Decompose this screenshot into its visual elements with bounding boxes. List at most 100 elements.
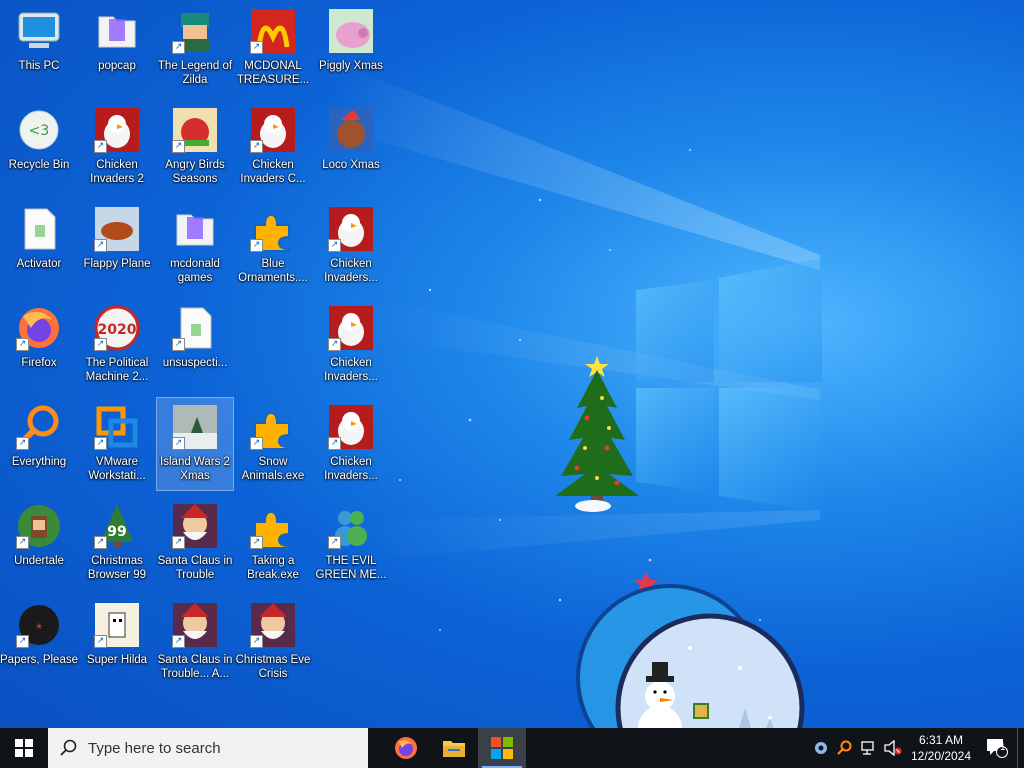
political-machine-icon: 2020 ↗ (92, 303, 142, 353)
desktop-icon-label: This PC (18, 60, 60, 72)
desktop-icon[interactable]: popcap (79, 2, 155, 94)
desktop-icon[interactable]: ↗ The Legend of Zilda (157, 2, 233, 94)
app-grid-icon (491, 737, 513, 759)
desktop-icon[interactable]: Piggly Xmas (313, 2, 389, 94)
desktop-icon-label: THE EVIL GREEN ME... (315, 555, 387, 581)
tray-volume-icon[interactable] (881, 728, 905, 768)
desktop-icon[interactable]: <3 Recycle Bin (1, 101, 77, 193)
mcdonald-icon: ↗ (248, 6, 298, 56)
firefox-taskbar-button[interactable] (382, 728, 430, 768)
desktop-icon-label: Santa Claus in Trouble... A... (157, 654, 233, 680)
firefox-icon: ↗ (14, 303, 64, 353)
desktop-icon[interactable]: ↗ VMware Workstati... (79, 398, 155, 490)
this-pc-icon (14, 6, 64, 56)
desktop-icon[interactable]: 2020 ↗ The Political Machine 2... (79, 299, 155, 391)
desktop-icon[interactable]: mcdonald games (157, 200, 233, 292)
system-tray: 6:31 AM 12/20/2024 1 (809, 728, 1024, 768)
desktop-icon[interactable]: ↗ Everything (1, 398, 77, 490)
shortcut-arrow-icon: ↗ (94, 239, 107, 252)
desktop-icon[interactable]: ★ ↗ Papers, Please (0, 596, 78, 688)
shortcut-arrow-icon: ↗ (94, 437, 107, 450)
tray-network-icon[interactable] (857, 728, 881, 768)
windows-logo-icon (15, 739, 33, 757)
desktop-icon[interactable]: ↗ Chicken Invaders 2 (79, 101, 155, 193)
christmas-tree-decoration (555, 356, 639, 512)
desktop-icon[interactable]: ↗ Flappy Plane (79, 200, 155, 292)
desktop-icon[interactable]: 99 ↗ Christmas Browser 99 (79, 497, 155, 589)
shortcut-arrow-icon: ↗ (172, 41, 185, 54)
desktop-icon-label: Island Wars 2 Xmas (160, 456, 230, 482)
start-button[interactable] (0, 728, 48, 768)
desktop-icon[interactable]: ↗ Santa Claus in Trouble (157, 497, 233, 589)
tray-app-icon[interactable] (809, 728, 833, 768)
santa-icon: ↗ (248, 600, 298, 650)
app-taskbar-button[interactable] (478, 728, 526, 768)
desktop-icon-label: Papers, Please (0, 654, 78, 666)
loco-xmas-icon (326, 105, 376, 155)
desktop-icon[interactable]: ↗ Chicken Invaders C... (235, 101, 311, 193)
shortcut-arrow-icon: ↗ (328, 437, 341, 450)
desktop-icon[interactable]: Activator (1, 200, 77, 292)
desktop-icon[interactable]: ↗ Blue Ornaments.... (235, 200, 311, 292)
desktop-icon[interactable]: ↗ Chicken Invaders... (313, 398, 389, 490)
desktop-icon[interactable]: This PC (1, 2, 77, 94)
taskbar-search-box[interactable]: Type here to search (48, 728, 368, 768)
taskbar: Type here to search 6:31 AM 12/20/2024 1 (0, 728, 1024, 768)
desktop-icon[interactable]: ↗ Super Hilda (79, 596, 155, 688)
desktop-icon[interactable]: ↗ Taking a Break.exe (235, 497, 311, 589)
desktop-icon[interactable]: ↗ Snow Animals.exe (235, 398, 311, 490)
shortcut-arrow-icon: ↗ (250, 437, 263, 450)
desktop-icon-label: The Political Machine 2... (85, 357, 149, 383)
desktop-icon-label: Santa Claus in Trouble (157, 555, 233, 581)
notification-count: 1 (1000, 742, 1006, 753)
desktop-icon[interactable]: ↗ MCDONAL TREASURE... (235, 2, 311, 94)
desktop-icon[interactable]: ↗ THE EVIL GREEN ME... (313, 497, 389, 589)
desktop-icon[interactable]: ↗ Island Wars 2 Xmas (156, 397, 234, 491)
desktop-icon[interactable]: Loco Xmas (313, 101, 389, 193)
file-icon (14, 204, 64, 254)
desktop-icon[interactable]: ↗ Chicken Invaders... (313, 200, 389, 292)
shortcut-arrow-icon: ↗ (94, 140, 107, 153)
desktop-icon[interactable]: ↗ Chicken Invaders... (313, 299, 389, 391)
volume-muted-icon (884, 740, 902, 756)
shortcut-arrow-icon: ↗ (172, 338, 185, 351)
desktop-icon[interactable]: ↗ Santa Claus in Trouble... A... (157, 596, 233, 688)
shortcut-arrow-icon: ↗ (328, 338, 341, 351)
desktop-icon-label: Super Hilda (86, 654, 148, 666)
shortcut-arrow-icon: ↗ (16, 338, 29, 351)
desktop-icon-label: Snow Animals.exe (241, 456, 305, 482)
desktop-icon[interactable]: ↗ Undertale (1, 497, 77, 589)
shortcut-arrow-icon: ↗ (16, 635, 29, 648)
network-icon (861, 741, 874, 755)
desktop-icon[interactable]: ↗ Angry Birds Seasons (157, 101, 233, 193)
desktop-icon[interactable]: ↗ unsuspecti... (157, 299, 233, 391)
desktop-icon-label: MCDONAL TREASURE... (236, 60, 310, 86)
shortcut-arrow-icon: ↗ (94, 338, 107, 351)
desktop-icon-label: Christmas Browser 99 (87, 555, 147, 581)
desktop-icon-label: Chicken Invaders... (324, 258, 378, 284)
desktop-icon[interactable]: ↗ Firefox (1, 299, 77, 391)
desktop-icon[interactable]: ↗ Christmas Eve Crisis (235, 596, 311, 688)
shortcut-arrow-icon: ↗ (16, 437, 29, 450)
shortcut-arrow-icon: ↗ (16, 536, 29, 549)
puzzle-icon: ↗ (248, 402, 298, 452)
shortcut-arrow-icon: ↗ (172, 536, 185, 549)
chicken-invaders-icon: ↗ (326, 402, 376, 452)
desktop-icon-label: mcdonald games (170, 258, 220, 284)
desktop-icon-label: Angry Birds Seasons (165, 159, 225, 185)
svg-text:<3: <3 (29, 123, 50, 139)
taskbar-clock[interactable]: 6:31 AM 12/20/2024 (905, 732, 977, 764)
action-center-button[interactable]: 1 (977, 728, 1017, 768)
folder-icon (92, 6, 142, 56)
super-hilda-icon: ↗ (92, 600, 142, 650)
island-wars-icon: ↗ (170, 402, 220, 452)
show-desktop-button[interactable] (1017, 728, 1024, 768)
tray-everything-icon[interactable] (833, 728, 857, 768)
file-icon: ↗ (170, 303, 220, 353)
file-explorer-taskbar-button[interactable] (430, 728, 478, 768)
svg-text:★: ★ (35, 622, 43, 632)
desktop-icon-label: Christmas Eve Crisis (235, 654, 311, 680)
desktop-icon-label: Loco Xmas (322, 159, 380, 171)
shortcut-arrow-icon: ↗ (328, 536, 341, 549)
desktop-icon-label: popcap (98, 60, 136, 72)
